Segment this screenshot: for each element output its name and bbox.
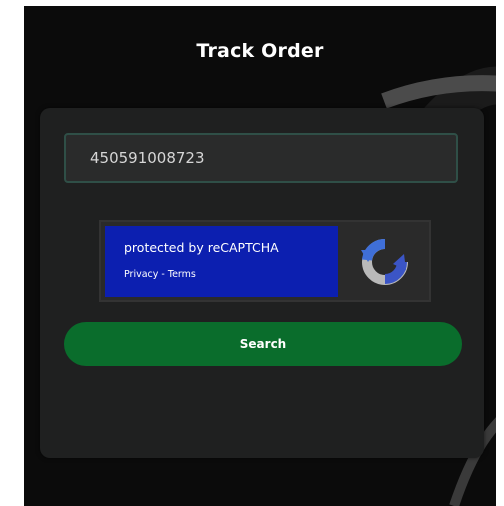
- recaptcha-logo-icon: [344, 226, 426, 297]
- track-order-card: protected by reCAPTCHA Privacy - Terms S…: [40, 108, 484, 458]
- recaptcha-label-panel: protected by reCAPTCHA Privacy - Terms: [105, 226, 338, 297]
- search-button[interactable]: Search: [64, 322, 462, 366]
- recaptcha-terms-link[interactable]: Terms: [168, 269, 196, 280]
- recaptcha-link-separator: -: [158, 269, 168, 280]
- recaptcha-links: Privacy - Terms: [124, 269, 196, 280]
- app-screen: Track Order protected by reCAPTCHA Priva…: [24, 6, 496, 506]
- recaptcha-title-brand: reCAPTCHA: [207, 240, 279, 255]
- recaptcha-title-prefix: protected by: [124, 240, 208, 255]
- order-number-input[interactable]: [64, 133, 458, 183]
- page-title: Track Order: [196, 40, 324, 62]
- recaptcha-title: protected by reCAPTCHA: [124, 240, 279, 255]
- recaptcha-widget[interactable]: protected by reCAPTCHA Privacy - Terms: [99, 220, 431, 302]
- recaptcha-privacy-link[interactable]: Privacy: [124, 269, 158, 280]
